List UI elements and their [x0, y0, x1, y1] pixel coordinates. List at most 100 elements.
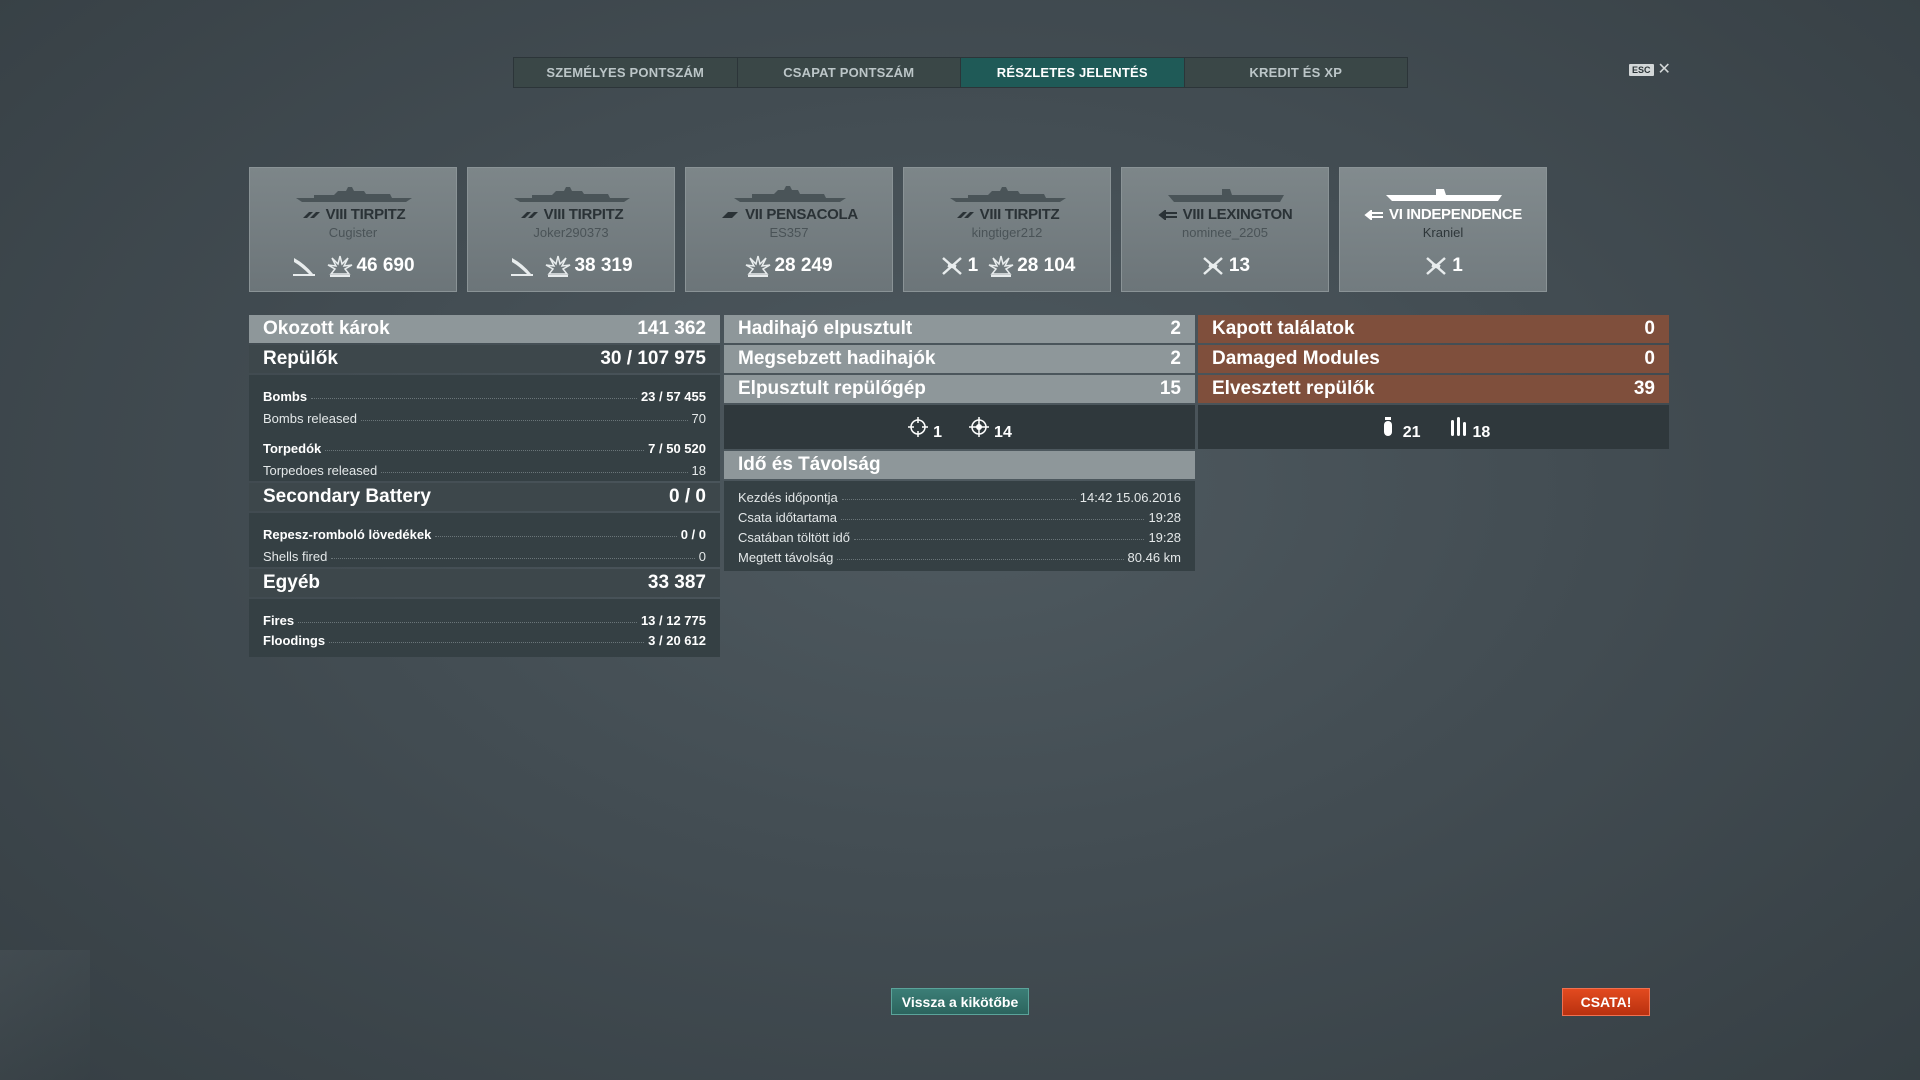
player-name: Cugister [328, 225, 378, 240]
stat-value: 3 / 20 612 [648, 633, 706, 648]
time-row: Kezdés időpontja 14:42 15.06.2016 [738, 485, 1181, 505]
kills-column: Hadihajó elpusztult 2 Megsebzett hadihaj… [724, 315, 1195, 573]
time-label: Csatában töltött idő [738, 530, 851, 545]
medal: 13 [1200, 254, 1250, 278]
ships-destroyed-value: 2 [1170, 318, 1181, 339]
stat-row: Bombs released 70 [263, 404, 706, 426]
stat-row: Torpedók 7 / 50 520 [263, 434, 706, 456]
planes-destroyed-value: 15 [1159, 378, 1181, 399]
background-glare [0, 950, 90, 1080]
stat-value: 0 / 0 [680, 527, 706, 542]
ship-card[interactable]: VIII TIRPITZ Cugister 46 690 [249, 167, 457, 292]
battleship-silhouette-icon [296, 187, 412, 202]
stat-row: Shells fired 0 [263, 542, 706, 564]
time-label: Megtett távolság [738, 550, 834, 565]
ship-card[interactable]: VIII LEXINGTON nominee_2205 13 [1121, 167, 1329, 292]
lost-planes-label: Elvesztett repülők [1212, 378, 1375, 399]
damaged-modules-value: 0 [1644, 348, 1655, 369]
player-name: Kraniel [1422, 225, 1464, 240]
stat-label: Fires [263, 613, 295, 628]
medal [509, 254, 535, 278]
ship-card[interactable]: VIII TIRPITZ Joker290373 38 319 [467, 167, 675, 292]
hits-received-value: 0 [1644, 318, 1655, 339]
stat-label: Torpedoes released [263, 463, 378, 478]
stat-label: Repesz-romboló lövedékek [263, 527, 432, 542]
time-label: Kezdés időpontja [738, 490, 838, 505]
ship-card-own[interactable]: VI INDEPENDENCE Kraniel 1 [1339, 167, 1547, 292]
secondary-battery-label: Secondary Battery [263, 486, 431, 507]
stat-label: Torpedók [263, 441, 322, 456]
medal [291, 254, 317, 278]
damaged-modules-row: Damaged Modules 0 [1198, 345, 1669, 373]
lost-planes-row: Elvesztett repülők 39 [1198, 375, 1669, 403]
damage-dealt-label: Okozott károk [263, 318, 390, 339]
stat-row: Torpedoes released 18 [263, 456, 706, 478]
ship-card[interactable]: VII PENSACOLA ES357 28 249 [685, 167, 893, 292]
received-column: Kapott találatok 0 Damaged Modules 0 Elv… [1198, 315, 1669, 451]
battle-button[interactable]: CSATA! [1562, 988, 1650, 1016]
player-name: nominee_2205 [1181, 225, 1269, 240]
lost-stat-value: 18 [1472, 424, 1491, 441]
bomb-icon [1383, 417, 1392, 436]
tab-team-score[interactable]: CSAPAT PONTSZÁM [737, 58, 961, 87]
player-name: ES357 [769, 225, 809, 240]
damage-splash-icon [546, 255, 571, 277]
medal: 28 104 [988, 254, 1075, 278]
stat-label: Shells fired [263, 549, 328, 564]
hits-received-row: Kapott találatok 0 [1198, 315, 1669, 343]
stat-value: 23 / 57 455 [640, 389, 706, 404]
esc-key-label: ESC [1629, 64, 1654, 76]
medal-value: 1 [1452, 255, 1463, 276]
planes-value: 30 / 107 975 [600, 348, 706, 369]
ships-damaged-row: Megsebzett hadihajók 2 [724, 345, 1195, 373]
time-value: 14:42 15.06.2016 [1079, 490, 1181, 505]
battleship-class-icon [956, 211, 974, 218]
time-label: Csata időtartama [738, 510, 837, 525]
ship-name: VIII TIRPITZ [543, 206, 624, 223]
carrier-class-icon [1158, 209, 1177, 220]
tab-personal-score[interactable]: SZEMÉLYES PONTSZÁM [514, 58, 738, 87]
battleship-silhouette-icon [514, 187, 630, 202]
carrier-class-icon [1364, 209, 1383, 220]
secondary-battery-value: 0 / 0 [669, 486, 706, 507]
damage-dealt-value: 141 362 [637, 318, 706, 339]
plane-destroyed-icon [1203, 257, 1223, 275]
damaged-modules-label: Damaged Modules [1212, 348, 1380, 369]
other-damage-label: Egyéb [263, 572, 321, 593]
kill-stat-value: 14 [994, 424, 1012, 441]
ship-name: VIII TIRPITZ [979, 206, 1060, 223]
damage-splash-icon [328, 255, 353, 277]
time-distance-label: Idő és Távolság [738, 454, 881, 475]
back-to-port-button[interactable]: Vissza a kikötőbe [891, 988, 1029, 1015]
planes-row: Repülők 30 / 107 975 [249, 345, 720, 373]
crosshair-icon [908, 417, 929, 437]
other-damage-value: 33 387 [647, 572, 706, 593]
plane-destroyed-icon [1426, 257, 1447, 275]
stat-label: Floodings [263, 633, 326, 648]
lost-planes-value: 39 [1633, 378, 1655, 399]
damage-dealt-row: Okozott károk 141 362 [249, 315, 720, 343]
stat-value: 70 [691, 411, 706, 426]
planes-destroyed-row: Elpusztult repülőgép 15 [724, 375, 1195, 403]
ship-name: VI INDEPENDENCE [1388, 206, 1523, 223]
medal-value: 13 [1228, 255, 1251, 276]
tab-detailed-report[interactable]: RÉSZLETES JELENTÉS [961, 58, 1185, 87]
flooding-medal-icon [511, 258, 534, 276]
time-details: Kezdés időpontja 14:42 15.06.2016 Csata i… [724, 481, 1195, 571]
stat-row: Floodings 3 / 20 612 [263, 628, 706, 648]
medal: 46 690 [327, 254, 415, 278]
kill-stat-value: 1 [933, 424, 943, 441]
medal: 28 249 [745, 254, 833, 278]
ship-card[interactable]: VIII TIRPITZ kingtiger212 1 28 104 [903, 167, 1111, 292]
plane-destroyed-icon [941, 257, 962, 275]
carrier-silhouette-icon [1168, 189, 1284, 202]
medal-value: 1 [967, 255, 979, 276]
planes-details: Bombs 23 / 57 455 Bombs released 70 Torped… [249, 375, 720, 481]
tab-credits-xp[interactable]: KREDIT ÉS XP [1184, 58, 1407, 87]
close-icon: ✕ [1657, 61, 1671, 78]
time-row: Csatában töltött idő 19:28 [738, 525, 1181, 545]
player-name: Joker290373 [533, 225, 609, 240]
close-button[interactable]: ESC ✕ [1629, 61, 1671, 78]
time-row: Megtett távolság 80.46 km [738, 545, 1181, 565]
stat-value: 7 / 50 520 [648, 441, 706, 456]
